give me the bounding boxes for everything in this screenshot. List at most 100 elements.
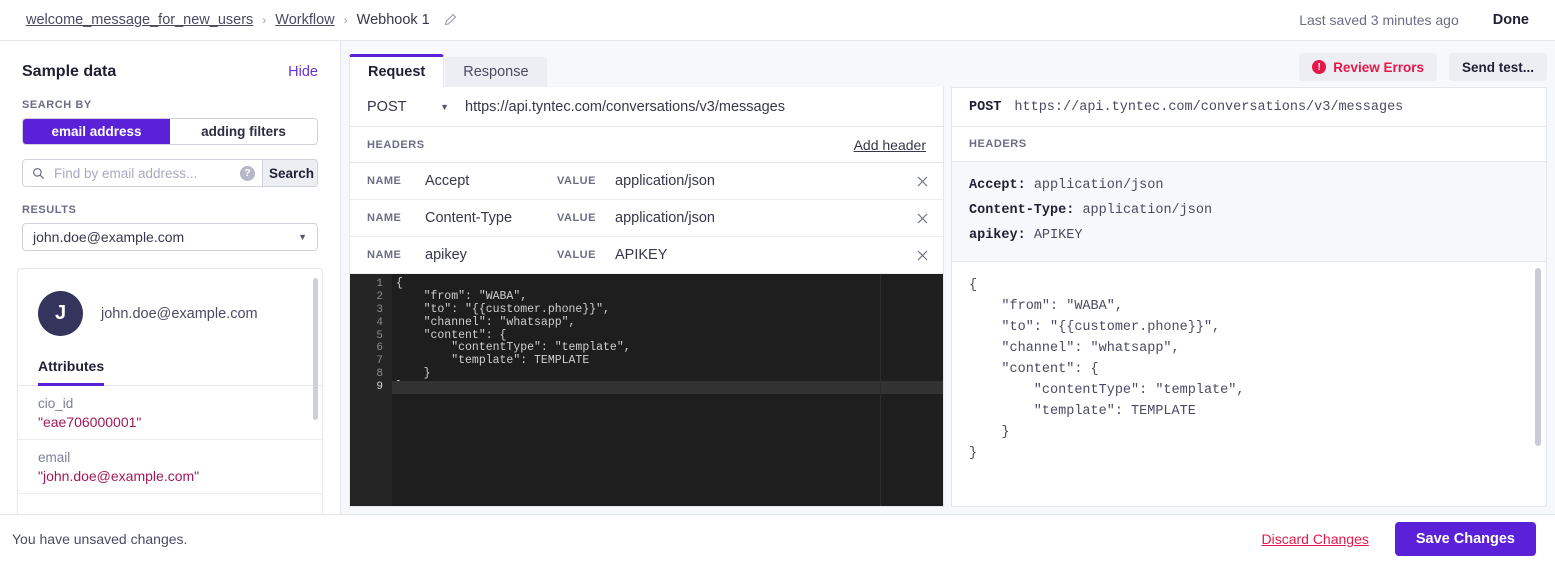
editor-line-number: 3 <box>376 303 383 316</box>
search-row: ? Search <box>22 159 318 187</box>
close-x-icon[interactable] <box>901 212 943 225</box>
preview-header-value: application/json <box>1082 203 1213 218</box>
unsaved-changes-actions: Discard Changes Save Changes <box>1261 522 1555 556</box>
chevron-down-icon: ▼ <box>298 232 307 242</box>
header-name-input[interactable] <box>423 246 557 264</box>
close-x-icon[interactable] <box>901 249 943 262</box>
send-test-button[interactable]: Send test... <box>1448 53 1547 81</box>
headers-label-row: HEADERS Add header <box>350 127 943 163</box>
sidebar-header: Sample data Hide <box>0 41 340 81</box>
profile-card: J john.doe@example.com Attributes cio_id… <box>17 268 323 514</box>
editor-line-number: 9 <box>376 381 383 394</box>
search-by-toggle-group: email address adding filters <box>22 118 318 145</box>
breadcrumb-item-workflow[interactable]: Workflow <box>275 12 334 28</box>
request-preview-column: POST https://api.tyntec.com/conversation… <box>951 87 1547 507</box>
http-method-select[interactable]: POST ▼ <box>350 99 463 115</box>
http-method-value: POST <box>367 98 407 115</box>
breadcrumb-separator-icon: › <box>262 13 267 27</box>
editor-code-line: { <box>396 277 403 290</box>
request-response-tabs: Request Response <box>349 41 547 87</box>
request-editor-column: POST ▼ HEADERS Add header NAME VALUE NAM… <box>349 87 944 507</box>
editor-code-area[interactable]: { "from": "WABA", "to": "{{customer.phon… <box>392 274 943 506</box>
avatar: J <box>38 291 83 336</box>
header-value-input[interactable] <box>613 172 901 190</box>
close-x-icon[interactable] <box>901 175 943 188</box>
review-errors-label: Review Errors <box>1333 59 1424 75</box>
main-header: Request Response ! Review Errors Send te… <box>341 41 1555 87</box>
editor-code-line: "to": "{{customer.phone}}", <box>396 302 610 316</box>
editor-line-number: 8 <box>376 368 383 381</box>
preview-scrollbar-track <box>1535 268 1541 484</box>
pencil-icon[interactable] <box>443 13 457 27</box>
unsaved-changes-bar: You have unsaved changes. Discard Change… <box>0 514 1555 563</box>
search-input[interactable] <box>52 164 233 182</box>
results-select[interactable]: john.doe@example.com ▼ <box>22 223 318 251</box>
editor-code-line: "channel": "whatsapp", <box>396 315 576 329</box>
toggle-adding-filters[interactable]: adding filters <box>170 119 317 144</box>
header-value-tag: VALUE <box>557 212 596 224</box>
header-name-input[interactable] <box>423 172 557 190</box>
search-icon <box>32 167 45 180</box>
editor-code-line: "template": TEMPLATE <box>396 354 590 368</box>
sidebar-title: Sample data <box>22 63 117 80</box>
review-errors-button[interactable]: ! Review Errors <box>1299 53 1437 81</box>
header-value-input[interactable] <box>613 209 901 227</box>
chevron-down-icon: ▼ <box>440 101 449 112</box>
profile-email: john.doe@example.com <box>101 305 258 322</box>
results-label: RESULTS <box>22 204 77 216</box>
request-body-code-editor[interactable]: 123456789 { "from": "WABA", "to": "{{cus… <box>350 274 943 506</box>
attribute-value: "eae706000001" <box>38 414 142 430</box>
tab-request[interactable]: Request <box>349 54 445 87</box>
preview-header-name: Content-Type <box>969 203 1067 218</box>
save-changes-button[interactable]: Save Changes <box>1394 522 1536 556</box>
results-selected-value: john.doe@example.com <box>33 229 185 245</box>
preview-scrollbar-thumb[interactable] <box>1535 268 1541 446</box>
header-name-tag: NAME <box>367 175 402 187</box>
header-value-input[interactable] <box>613 246 901 264</box>
preview-headers-label: HEADERS <box>969 138 1027 150</box>
editor-line-number: 2 <box>376 290 383 303</box>
breadcrumb: welcome_message_for_new_users › Workflow… <box>0 12 457 28</box>
attribute-value: "john.doe@example.com" <box>38 468 200 484</box>
hide-sidebar-link[interactable]: Hide <box>288 64 318 80</box>
editor-line-number: 7 <box>376 355 383 368</box>
preview-url-row: POST https://api.tyntec.com/conversation… <box>951 87 1547 127</box>
breadcrumb-item-campaign[interactable]: welcome_message_for_new_users <box>26 12 253 28</box>
preview-headers-list: Accept: application/json Content-Type: a… <box>951 162 1547 262</box>
search-button[interactable]: Search <box>262 160 317 186</box>
preview-header-value: APIKEY <box>1033 228 1083 243</box>
editor-line-number: 5 <box>376 329 383 342</box>
header-row: NAME VALUE <box>350 237 943 274</box>
preview-header-item: Content-Type: application/json <box>969 203 1213 218</box>
editor-code-lines: { "from": "WABA", "to": "{{customer.phon… <box>392 277 943 394</box>
tab-attributes[interactable]: Attributes <box>38 358 105 386</box>
request-url-row: POST ▼ <box>350 87 943 127</box>
profile-header: J john.doe@example.com <box>18 269 322 336</box>
top-bar: welcome_message_for_new_users › Workflow… <box>0 0 1555 41</box>
breadcrumb-separator-icon: › <box>343 13 348 27</box>
profile-tabs: Attributes <box>18 336 322 386</box>
editor-line-number: 4 <box>376 316 383 329</box>
preview-header-value: application/json <box>1033 178 1164 193</box>
discard-changes-link[interactable]: Discard Changes <box>1261 531 1368 547</box>
editor-line-number: 1 <box>376 278 383 290</box>
headers-label: HEADERS <box>367 138 425 151</box>
attribute-key: cio_id <box>38 396 74 411</box>
editor-preview-columns: POST ▼ HEADERS Add header NAME VALUE NAM… <box>349 87 1547 507</box>
sidebar-scrollbar-thumb[interactable] <box>313 278 318 420</box>
question-mark-icon[interactable]: ? <box>240 165 255 181</box>
attribute-key: email <box>38 450 71 465</box>
search-by-label: SEARCH BY <box>22 99 92 111</box>
toggle-email-address[interactable]: email address <box>23 119 170 144</box>
header-name-input[interactable] <box>423 209 557 227</box>
tab-response[interactable]: Response <box>445 57 547 87</box>
attribute-row: email "john.doe@example.com" <box>18 440 322 494</box>
request-url-input[interactable] <box>463 97 943 116</box>
add-header-link[interactable]: Add header <box>854 137 926 153</box>
done-button[interactable]: Done <box>1493 12 1529 28</box>
editor-vertical-ruler <box>880 274 881 506</box>
sample-data-sidebar: Sample data Hide SEARCH BY email address… <box>0 41 341 514</box>
preview-method: POST <box>969 99 1002 115</box>
preview-header-name: apikey <box>969 228 1018 243</box>
error-exclamation-icon: ! <box>1312 60 1327 74</box>
